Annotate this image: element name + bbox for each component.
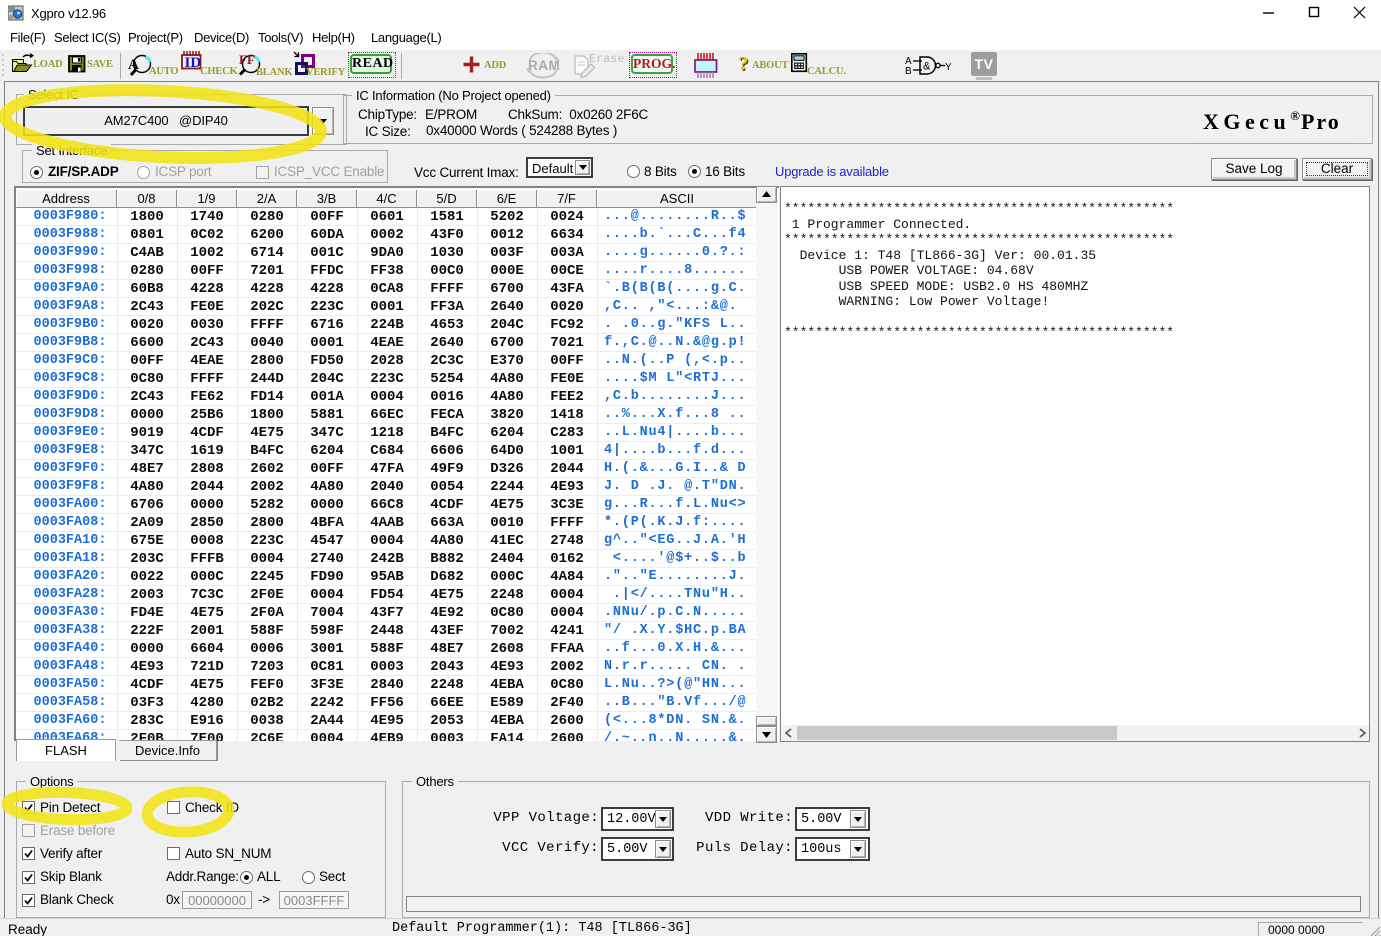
svg-text:RAM: RAM [528,58,560,73]
svg-text:?: ? [739,53,749,75]
svg-text:FF: FF [239,52,255,67]
svg-text:&: & [923,61,931,73]
svg-text:Y: Y [945,62,951,73]
svg-text:ID: ID [185,55,202,71]
svg-text:B: B [905,66,912,77]
